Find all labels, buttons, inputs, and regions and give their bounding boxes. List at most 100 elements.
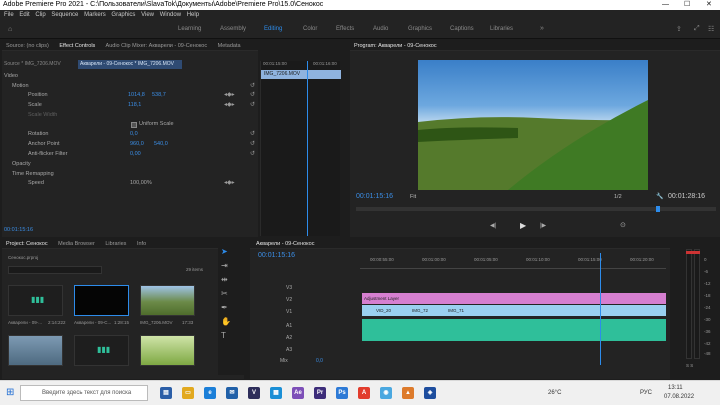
keyframe-nav-icon[interactable]: ◂◆▸ — [224, 179, 235, 186]
reset-icon[interactable]: ↺ — [250, 82, 255, 89]
track-label-a2[interactable]: A2 — [286, 335, 292, 341]
step-back-icon[interactable]: ◀| — [490, 222, 496, 229]
track-label-v1[interactable]: V1 — [286, 309, 292, 315]
weather-temp[interactable]: 26°C — [548, 390, 561, 396]
workspace-effects[interactable]: Effects — [336, 26, 354, 32]
workspace-editing[interactable]: Editing — [264, 26, 282, 32]
language-indicator[interactable]: РУС — [640, 390, 652, 396]
clip-selector[interactable]: Source * IMG_7206.MOV — [4, 61, 74, 67]
workspace-assembly[interactable]: Assembly — [220, 26, 246, 32]
opacity-label[interactable]: Opacity — [12, 160, 31, 169]
reset-icon[interactable]: ↺ — [250, 91, 255, 98]
menu-edit[interactable]: Edit — [19, 12, 29, 18]
menu-file[interactable]: File — [4, 12, 14, 18]
export-frame-icon[interactable]: ⊙ — [620, 221, 626, 229]
zoom-select[interactable]: Fit — [410, 194, 416, 200]
workspace-learning[interactable]: Learning — [178, 26, 201, 32]
task-view-icon[interactable]: ▤ — [160, 387, 172, 399]
fullscreen-icon[interactable]: ⤢ — [694, 25, 700, 33]
minimize-button[interactable]: — — [662, 0, 669, 10]
project-item-thumbnail[interactable] — [140, 285, 195, 316]
video-clip-label[interactable]: IMG_71 — [446, 305, 476, 316]
menu-graphics[interactable]: Graphics — [111, 12, 135, 18]
menu-help[interactable]: Help — [187, 12, 199, 18]
wrench-icon[interactable]: 🔧 — [656, 193, 663, 200]
track-label-v2[interactable]: V2 — [286, 297, 292, 303]
notifications-icon[interactable]: ☷ — [708, 25, 714, 33]
ec-playhead[interactable] — [307, 61, 308, 236]
rotation-value[interactable]: 0,0 — [130, 130, 138, 139]
tab-effect-controls[interactable]: Effect Controls — [59, 43, 95, 49]
ae-icon[interactable]: Ae — [292, 387, 304, 399]
track-label-a3[interactable]: A3 — [286, 347, 292, 353]
type-tool-icon[interactable]: T — [221, 331, 226, 340]
maximize-button[interactable]: ☐ — [684, 0, 690, 10]
tab-source[interactable]: Source: (no clips) — [6, 43, 49, 49]
scale-value[interactable]: 118,1 — [128, 101, 141, 110]
project-item-thumbnail[interactable] — [8, 335, 63, 366]
timeline-timecode[interactable]: 00:01:15:16 — [258, 252, 295, 259]
keyframe-nav-icon[interactable]: ◂◆▸ — [224, 91, 235, 98]
pen-tool-icon[interactable]: ✒ — [221, 303, 228, 312]
workspace-graphics[interactable]: Graphics — [408, 26, 432, 32]
anchor-x-value[interactable]: 960,0 — [130, 140, 144, 149]
tab-media-browser[interactable]: Media Browser — [58, 241, 95, 247]
tab-libraries[interactable]: Libraries — [105, 241, 126, 247]
video-clip-label[interactable]: VID_20 — [374, 305, 404, 316]
anti-flicker-value[interactable]: 0,00 — [130, 150, 141, 159]
reset-icon[interactable]: ↺ — [250, 140, 255, 147]
adjustment-layer-clip[interactable]: Adjustment Layer — [362, 293, 666, 304]
ps-icon[interactable]: Ps — [336, 387, 348, 399]
clock-date[interactable]: 07.08.2022 — [664, 394, 694, 400]
tab-info[interactable]: Info — [137, 241, 146, 247]
chrome-icon[interactable]: ◉ — [380, 387, 392, 399]
step-forward-icon[interactable]: |▶ — [540, 222, 546, 229]
time-ruler[interactable]: 00:00:55:00 00:01:00:00 00:01:05:00 00:0… — [360, 253, 666, 269]
menu-window[interactable]: Window — [160, 12, 181, 18]
track-label-a1[interactable]: A1 — [286, 323, 292, 329]
solo-buttons[interactable]: S S — [686, 363, 693, 368]
program-title[interactable]: Program: Акварели - 09-Сенокос — [354, 43, 437, 49]
tab-project[interactable]: Project: Сенокос — [6, 241, 48, 247]
play-icon[interactable]: ▶ — [520, 221, 526, 230]
workspace-color[interactable]: Color — [303, 26, 317, 32]
ec-timeline-clip[interactable]: IMG_7206.MOV — [261, 70, 341, 79]
mail-icon[interactable]: ✉ — [226, 387, 238, 399]
position-x-value[interactable]: 1014,8 — [128, 91, 145, 100]
program-scrub-bar[interactable] — [356, 207, 716, 211]
edge-icon[interactable]: e — [204, 387, 216, 399]
reset-icon[interactable]: ↺ — [250, 150, 255, 157]
video-clip[interactable] — [362, 305, 666, 316]
workspace-libraries[interactable]: Libraries — [490, 26, 513, 32]
project-item-thumbnail[interactable]: ▮▮▮ — [74, 335, 129, 366]
program-timecode[interactable]: 00:01:15:16 — [356, 193, 393, 200]
tab-audio-clip-mixer[interactable]: Audio Clip Mixer: Акварели - 09-Сенокос — [106, 43, 208, 49]
time-remapping-label[interactable]: Time Remapping — [12, 170, 54, 179]
keyframe-nav-icon[interactable]: ◂◆▸ — [224, 101, 235, 108]
reset-icon[interactable]: ↺ — [250, 101, 255, 108]
sequence-selector[interactable]: Акварели - 09-Сенокос * IMG_7206.MOV — [78, 60, 182, 69]
speed-value[interactable]: 100,00% — [130, 179, 152, 188]
project-item-thumbnail[interactable] — [140, 335, 195, 366]
anchor-y-value[interactable]: 540,0 — [154, 140, 168, 149]
close-button[interactable]: ✕ — [706, 0, 712, 10]
track-select-icon[interactable]: ⇥ — [221, 261, 228, 270]
program-playhead[interactable] — [656, 206, 660, 212]
app-icon[interactable]: ◈ — [424, 387, 436, 399]
position-y-value[interactable]: 538,7 — [152, 91, 166, 100]
home-icon[interactable]: ⌂ — [8, 26, 12, 33]
motion-label[interactable]: Motion — [12, 82, 29, 91]
audio-clip[interactable] — [362, 319, 666, 341]
ripple-edit-icon[interactable]: ⇹ — [221, 275, 228, 284]
menu-clip[interactable]: Clip — [35, 12, 45, 18]
file-explorer-icon[interactable]: ▭ — [182, 387, 194, 399]
menu-view[interactable]: View — [141, 12, 154, 18]
clip-indicator[interactable] — [686, 251, 700, 254]
vlc-icon[interactable]: ▲ — [402, 387, 414, 399]
razor-tool-icon[interactable]: ✂ — [221, 289, 228, 298]
hand-tool-icon[interactable]: ✋ — [221, 317, 231, 326]
track-label-v3[interactable]: V3 — [286, 285, 292, 291]
effect-controls-timecode[interactable]: 00:01:15:16 — [4, 227, 33, 233]
premiere-icon[interactable]: Pr — [314, 387, 326, 399]
clock-time[interactable]: 13:11 — [668, 385, 683, 391]
